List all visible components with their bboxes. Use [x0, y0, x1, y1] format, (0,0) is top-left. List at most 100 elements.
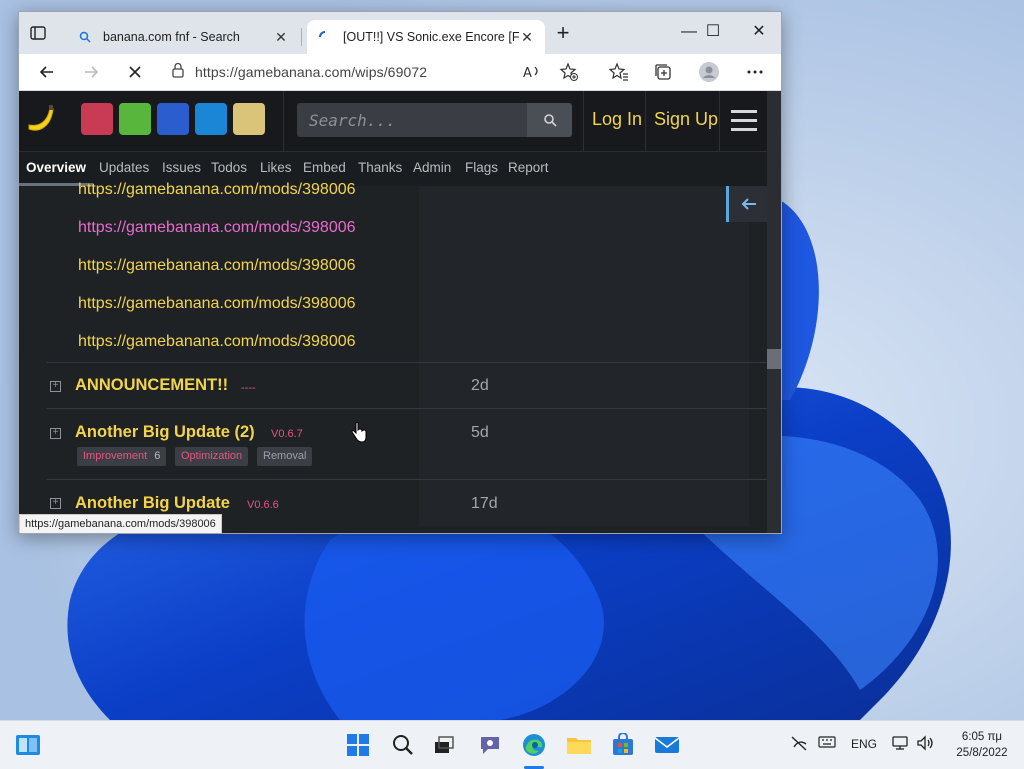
hand-cursor-icon	[351, 422, 367, 443]
tag-count: 6	[154, 450, 161, 462]
banana-logo-icon[interactable]	[25, 103, 57, 135]
tab-actions-icon[interactable]	[29, 24, 47, 42]
keyboard-icon[interactable]	[818, 735, 836, 752]
mod-link[interactable]: https://gamebanana.com/mods/398006	[78, 295, 356, 313]
divider	[47, 479, 767, 480]
collapse-sidebar-button[interactable]	[726, 186, 769, 222]
tab-overview[interactable]: Overview	[26, 160, 86, 175]
expand-icon[interactable]: +	[50, 498, 61, 509]
edge-browser-icon[interactable]	[520, 731, 548, 759]
mod-link[interactable]: https://gamebanana.com/mods/398006	[78, 181, 356, 199]
tab-report[interactable]: Report	[508, 160, 549, 175]
tab-bar: banana.com fnf - Search ✕ [OUT!!] VS Son…	[19, 12, 781, 54]
update-tags: Improvement 6 Optimization Removal	[77, 447, 337, 466]
file-explorer-icon[interactable]	[565, 731, 593, 759]
forward-icon[interactable]	[79, 60, 103, 84]
stop-loading-icon[interactable]	[123, 60, 147, 84]
chat-icon[interactable]	[476, 731, 504, 759]
update-age: 2d	[471, 377, 489, 394]
game-icon[interactable]	[157, 103, 189, 135]
search-icon[interactable]	[389, 731, 417, 759]
maximize-button[interactable]: ☐	[693, 20, 733, 44]
new-tab-button[interactable]: +	[553, 22, 573, 44]
tag-removal: Removal	[257, 447, 313, 466]
update-age: 5d	[471, 424, 489, 441]
mod-link[interactable]: https://gamebanana.com/mods/398006	[78, 333, 356, 351]
tab-issues[interactable]: Issues	[162, 160, 201, 175]
clock-date: 25/8/2022	[956, 747, 1008, 759]
hamburger-menu-icon[interactable]	[731, 109, 757, 133]
tab-flags[interactable]: Flags	[465, 160, 498, 175]
login-link[interactable]: Log In	[592, 109, 642, 130]
address-bar: https://gamebanana.com/wips/69072 A	[19, 54, 781, 91]
browser-window: banana.com fnf - Search ✕ [OUT!!] VS Son…	[18, 11, 782, 534]
close-window-button[interactable]: ✕	[739, 20, 779, 44]
signup-link[interactable]: Sign Up	[654, 109, 718, 130]
divider	[47, 362, 767, 363]
update-title[interactable]: ANNOUNCEMENT!!	[75, 376, 228, 395]
lock-icon[interactable]	[171, 62, 185, 83]
search-placeholder: Search...	[309, 111, 396, 130]
clock-time: 6:05 πμ	[961, 731, 1003, 743]
volume-icon[interactable]	[916, 735, 936, 754]
clock[interactable]: 6:05 πμ 25/8/2022	[948, 729, 1016, 761]
divider	[283, 91, 284, 151]
divider	[47, 408, 767, 409]
profile-avatar[interactable]	[697, 60, 721, 84]
network-off-icon[interactable]	[790, 735, 808, 754]
search-icon	[543, 114, 557, 127]
close-tab-icon[interactable]: ✕	[519, 29, 535, 46]
background-artwork	[419, 186, 749, 526]
collections-icon[interactable]	[651, 60, 675, 84]
expand-icon[interactable]: +	[50, 381, 61, 392]
tag-improvement: Improvement 6	[77, 447, 167, 466]
update-title[interactable]: Another Big Update	[75, 494, 230, 513]
start-button[interactable]	[344, 731, 372, 759]
mod-link[interactable]: https://gamebanana.com/mods/398006	[78, 219, 356, 237]
tab-likes[interactable]: Likes	[260, 160, 292, 175]
url-text: https://gamebanana.com/wips/69072	[195, 64, 428, 80]
site-header: Search... Log In Sign Up	[19, 91, 767, 152]
divider	[645, 91, 646, 151]
tab-updates[interactable]: Updates	[99, 160, 149, 175]
arrow-left-icon	[741, 198, 756, 210]
tab-gamebanana[interactable]: [OUT!!] VS Sonic.exe Encore [FAN ✕	[307, 20, 545, 54]
tab-title: banana.com fnf - Search	[103, 30, 240, 44]
game-icon[interactable]	[195, 103, 227, 135]
scrollbar-thumb[interactable]	[767, 349, 781, 369]
status-url-bar: https://gamebanana.com/mods/398006	[19, 514, 222, 533]
language-indicator[interactable]: ENG	[851, 737, 877, 751]
tab-search[interactable]: banana.com fnf - Search ✕	[67, 20, 299, 54]
more-menu-icon[interactable]	[743, 60, 767, 84]
search-button[interactable]	[527, 103, 572, 137]
update-version: V0.6.7	[271, 428, 303, 440]
tab-thanks[interactable]: Thanks	[358, 160, 402, 175]
divider	[719, 91, 720, 151]
store-icon[interactable]	[609, 731, 637, 759]
update-title[interactable]: Another Big Update (2)	[75, 423, 255, 442]
scrollbar-track[interactable]	[767, 91, 781, 533]
update-version: ----	[241, 382, 256, 394]
mail-icon[interactable]	[653, 731, 681, 759]
expand-icon[interactable]: +	[50, 428, 61, 439]
widgets-icon[interactable]	[14, 731, 42, 759]
update-version: V0.6.6	[247, 499, 279, 511]
back-icon[interactable]	[35, 60, 59, 84]
search-input[interactable]: Search...	[297, 103, 527, 137]
display-icon[interactable]	[892, 735, 910, 754]
game-icon[interactable]	[233, 103, 265, 135]
mod-link[interactable]: https://gamebanana.com/mods/398006	[78, 257, 356, 275]
tag-label: Improvement	[83, 450, 148, 462]
main-content: https://gamebanana.com/mods/398006 https…	[19, 181, 769, 533]
task-view-icon[interactable]	[430, 731, 458, 759]
fnf-game-icon[interactable]	[81, 103, 113, 135]
tab-embed[interactable]: Embed	[303, 160, 346, 175]
favorites-icon[interactable]	[607, 60, 631, 84]
add-favorite-icon[interactable]	[557, 60, 581, 84]
taskbar: ENG 6:05 πμ 25/8/2022	[0, 720, 1024, 769]
read-aloud-icon[interactable]: A	[521, 60, 545, 84]
game-icon[interactable]	[119, 103, 151, 135]
tab-todos[interactable]: Todos	[211, 160, 247, 175]
tab-admin[interactable]: Admin	[413, 160, 451, 175]
close-tab-icon[interactable]: ✕	[273, 29, 289, 46]
